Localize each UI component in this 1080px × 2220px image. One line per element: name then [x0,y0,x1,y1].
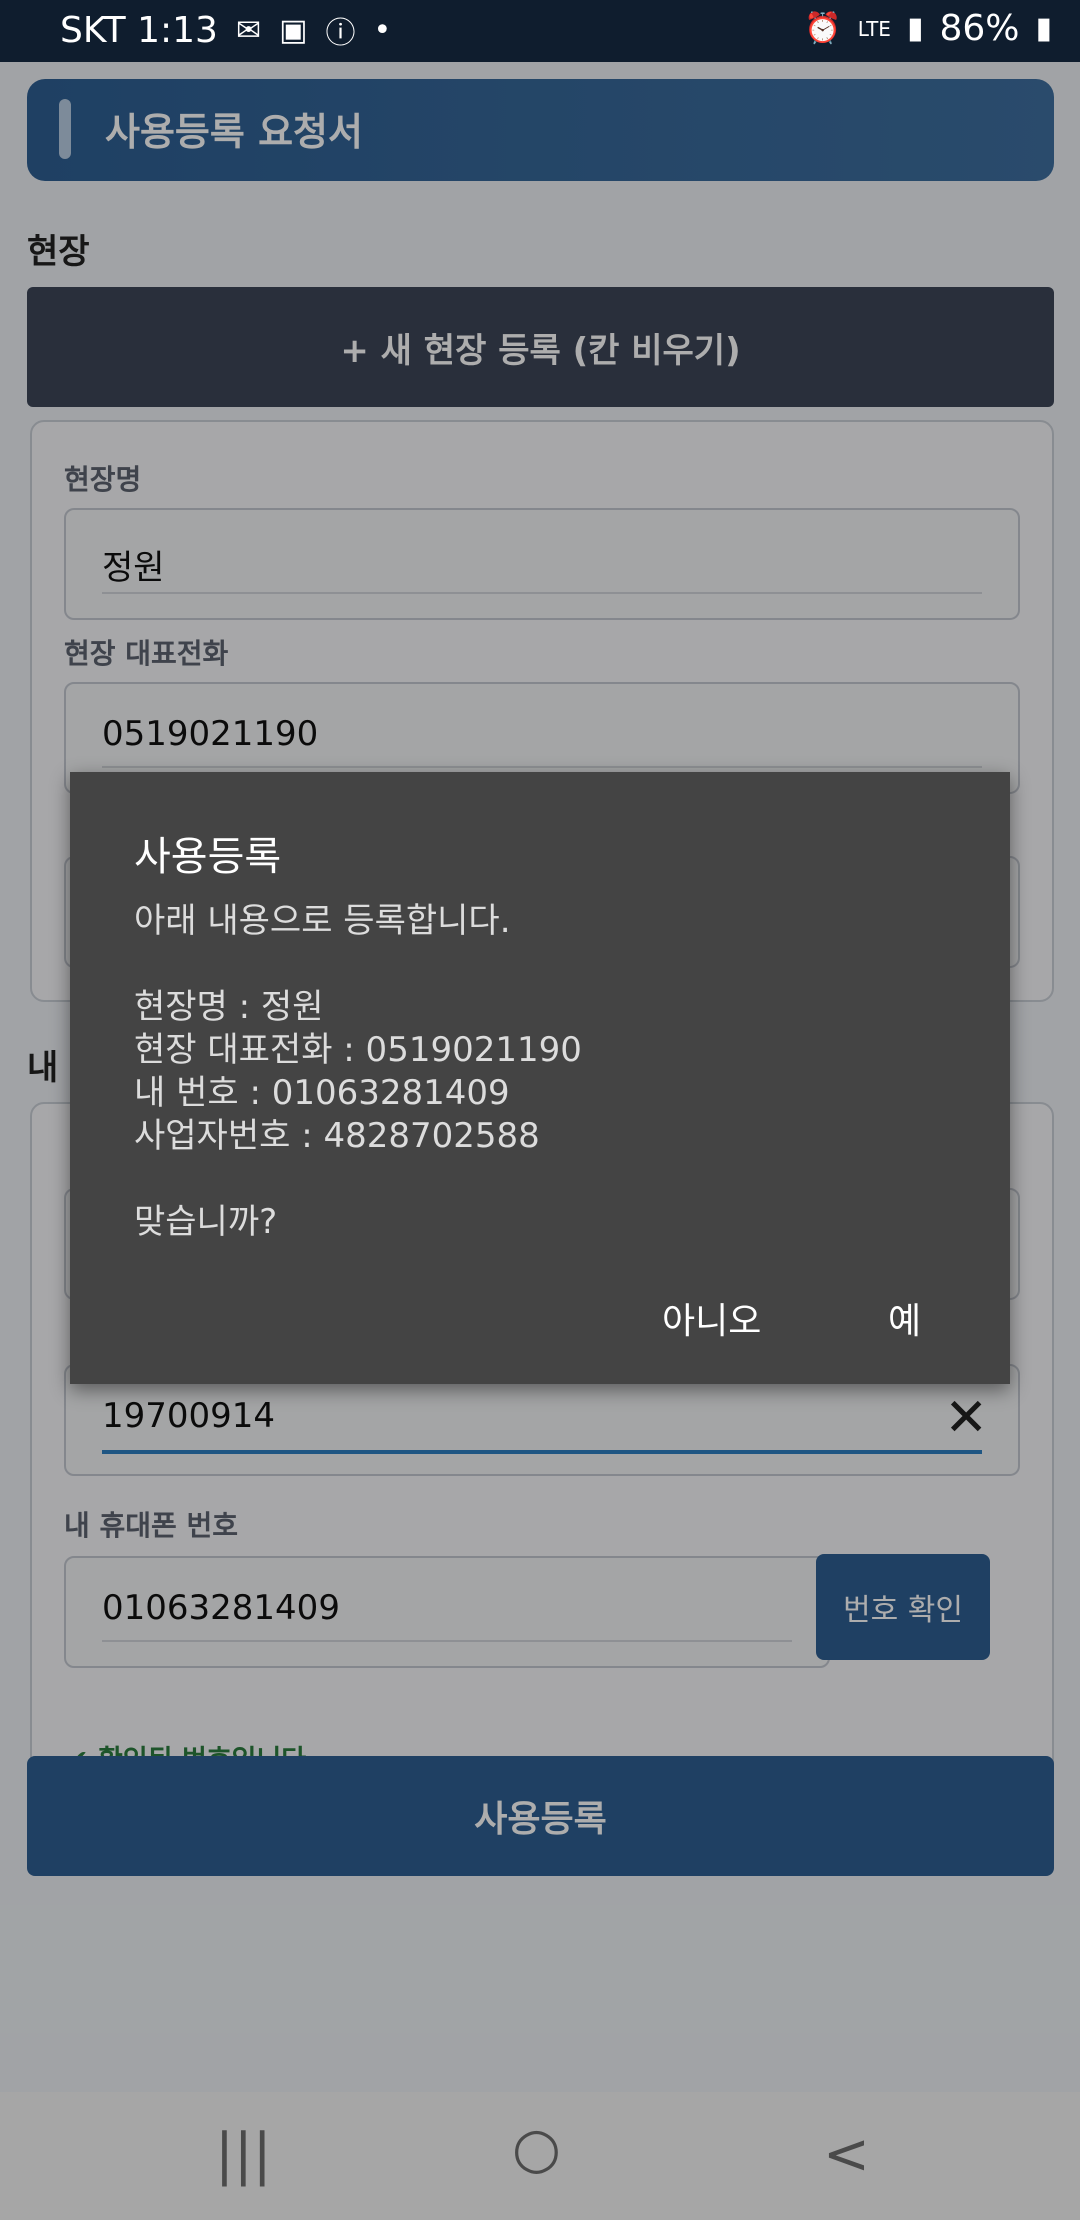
dialog-yes-button[interactable]: 예 [888,1292,921,1344]
back-icon[interactable]: < [823,2122,870,2187]
dot-icon: • [373,12,392,48]
gallery-icon: ▣ [279,12,308,48]
home-icon[interactable]: ○ [512,2116,561,2181]
confirm-dialog: 사용등록 아래 내용으로 등록합니다. 현장명 : 정원 현장 대표전화 : 0… [70,772,1010,1384]
status-bar: SKT 1:13 ✉ ▣ ⓘ • ⏰ LTE ▮ 86% ▮ [0,0,1080,62]
dialog-title: 사용등록 [134,834,282,880]
dialog-message: 아래 내용으로 등록합니다. 현장명 : 정원 현장 대표전화 : 051902… [134,901,582,1242]
battery-percent: 86% [939,8,1020,49]
recent-apps-icon[interactable]: ||| [215,2122,272,2187]
battery-icon: ▮ [1035,11,1052,46]
message-icon: ✉ [235,12,262,48]
info-icon: ⓘ [325,16,356,51]
dialog-no-button[interactable]: 아니오 [662,1292,761,1344]
carrier-time: SKT 1:13 [60,9,218,51]
network-type: LTE [857,16,891,41]
signal-icon: ▮ [906,11,924,46]
status-left: SKT 1:13 ✉ ▣ ⓘ • [60,8,391,52]
navigation-bar: ||| ○ < [0,2092,1080,2220]
alarm-icon: ⏰ [804,11,842,46]
status-right: ⏰ LTE ▮ 86% ▮ [804,8,1052,49]
